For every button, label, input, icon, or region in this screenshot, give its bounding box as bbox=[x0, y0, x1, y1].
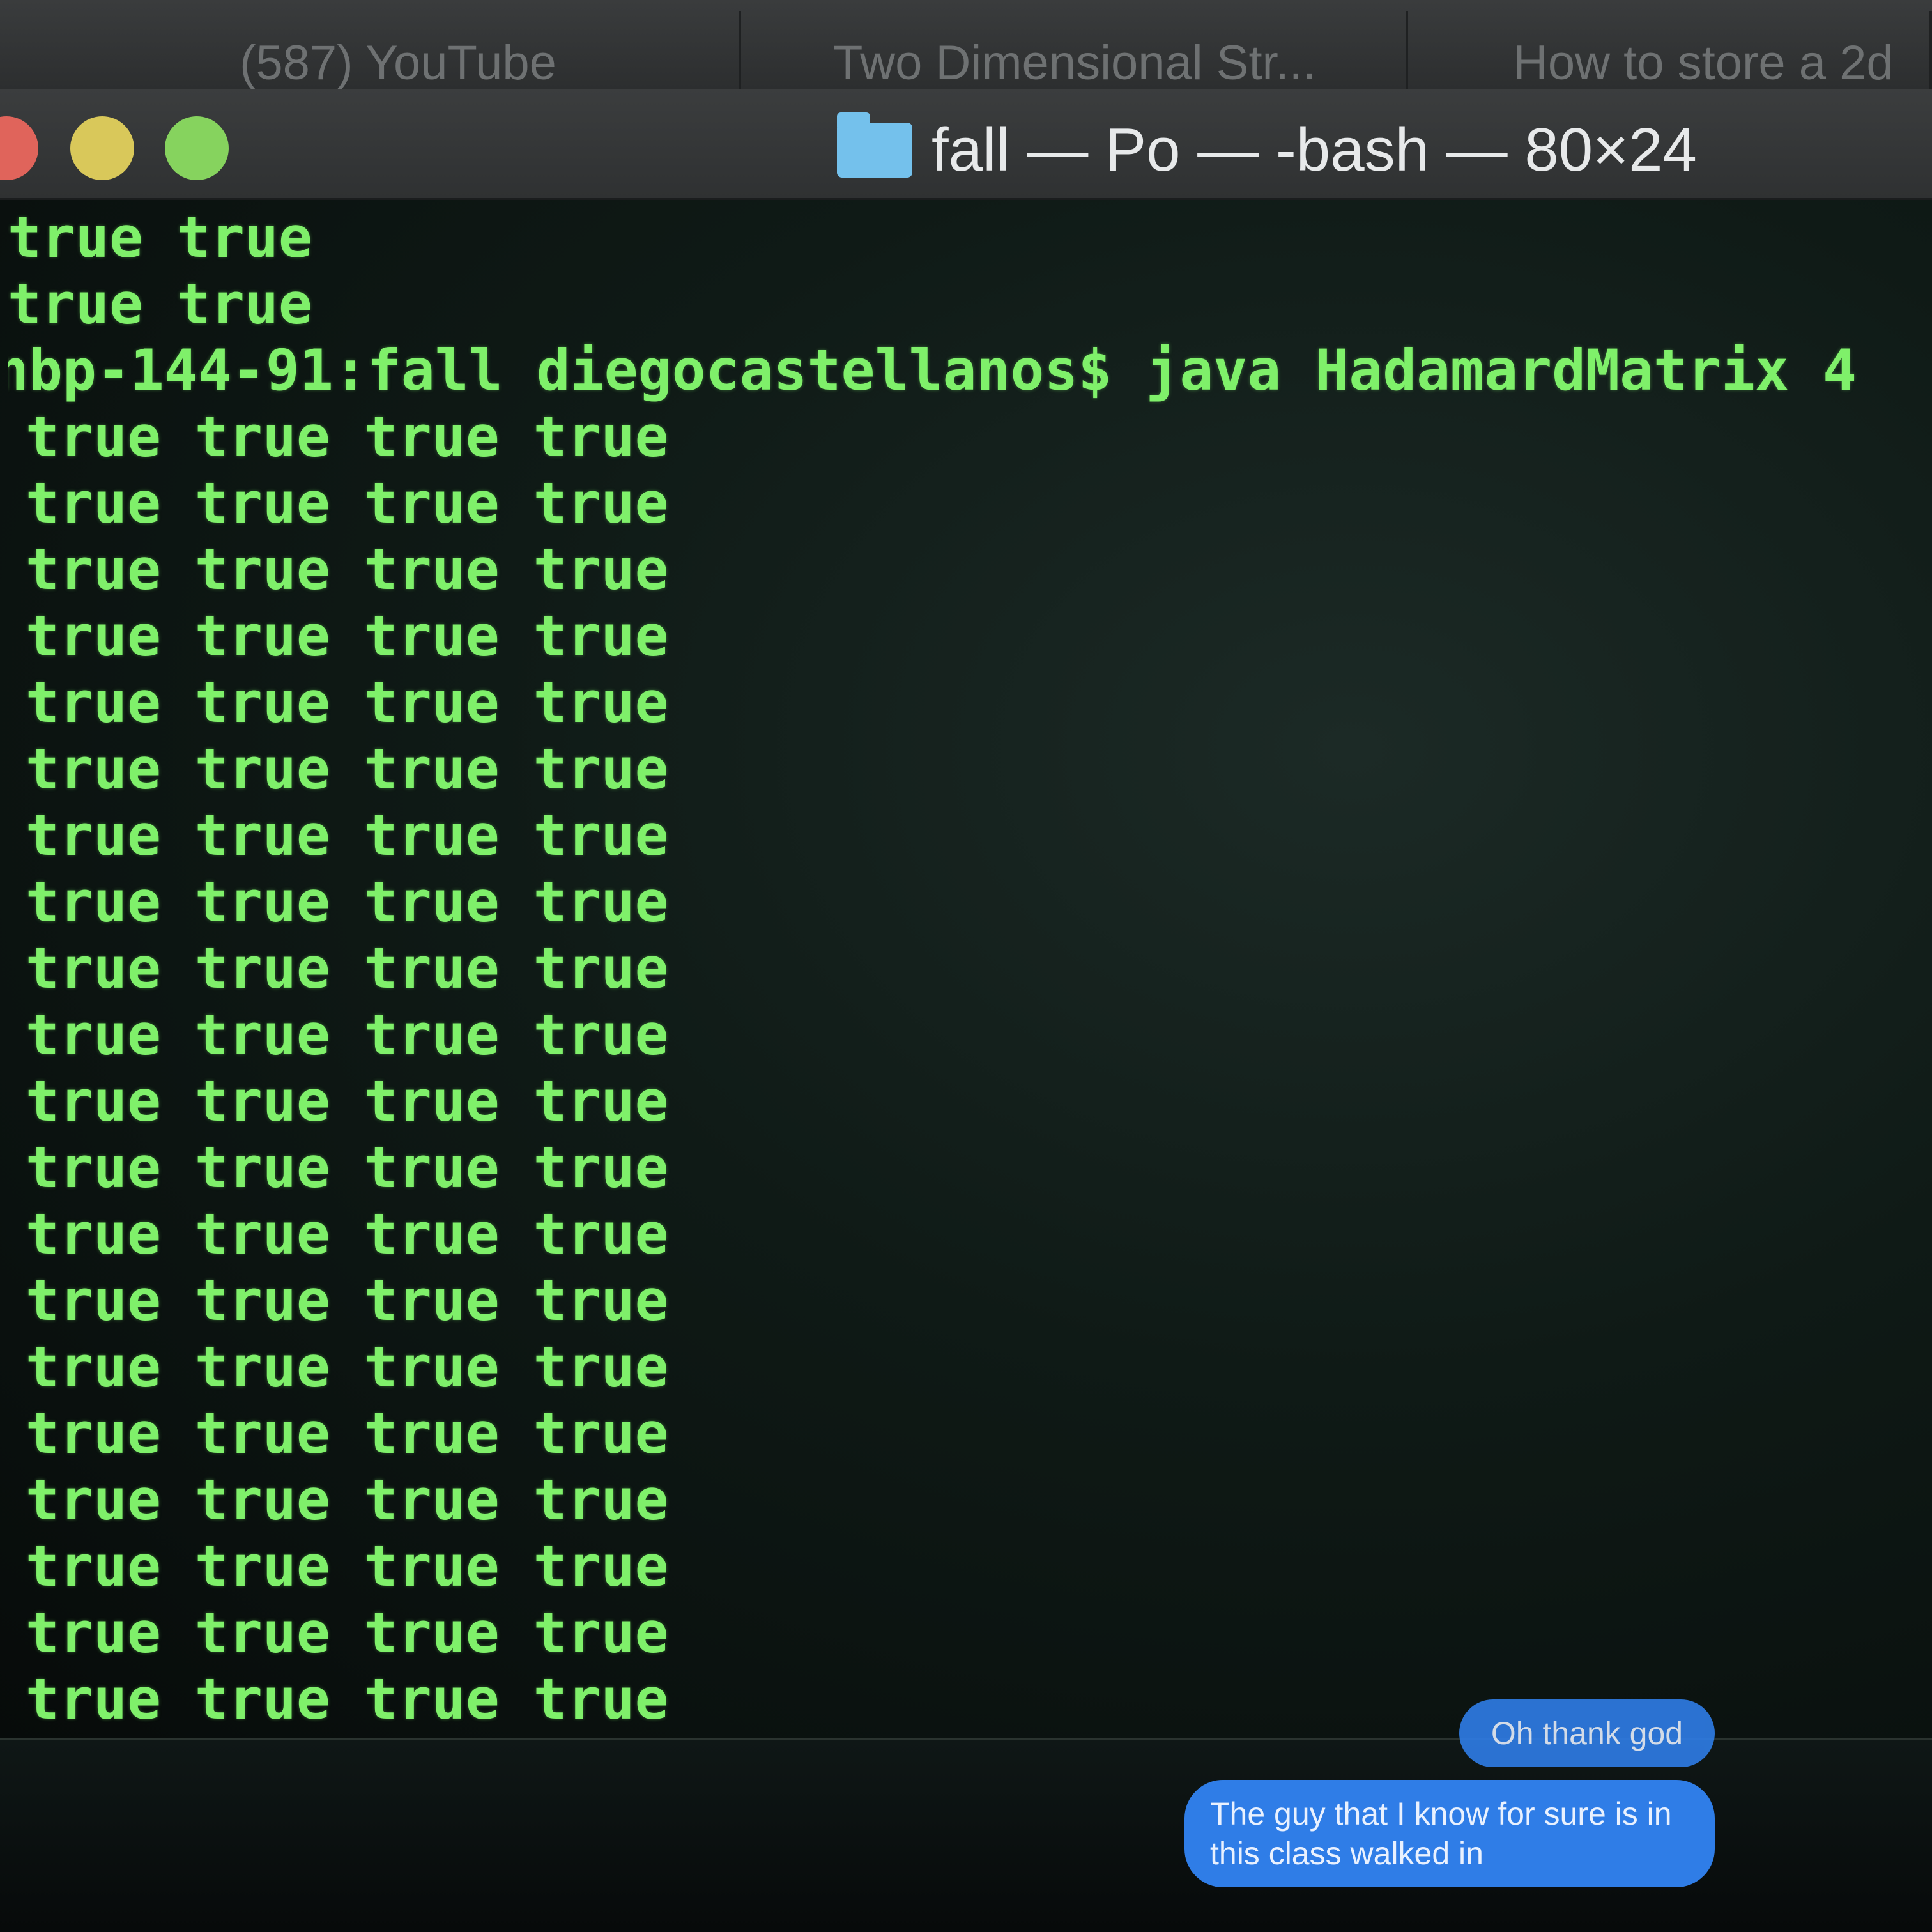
browser-tab-two-dimensional[interactable]: Two Dimensional Str... bbox=[744, 12, 1408, 96]
matrix-row: true true true true bbox=[26, 1334, 669, 1400]
window-title-text: fall — Po — -bash — 80×24 bbox=[931, 116, 1697, 184]
matrix-row: true true true true bbox=[26, 670, 669, 735]
tab-label: (587) YouTube bbox=[240, 36, 556, 90]
matrix-row: true true true true bbox=[26, 404, 669, 470]
message-bubble: The guy that I know for sure is in this … bbox=[1184, 1780, 1715, 1887]
message-bubble: Oh thank god bbox=[1459, 1699, 1715, 1767]
matrix-row: true true true true bbox=[26, 1467, 669, 1533]
minimize-window-button[interactable] bbox=[70, 116, 134, 180]
matrix-row: true true true true bbox=[26, 736, 669, 802]
matrix-row: true true true true bbox=[26, 1068, 669, 1134]
browser-tab-strip: (587) YouTube Two Dimensional Str... How… bbox=[0, 0, 1932, 96]
tab-label: How to store a 2d bbox=[1513, 36, 1894, 90]
messages-thread: Oh thank god The guy that I know for sur… bbox=[1140, 1699, 1715, 1917]
matrix-output: true true true true true true true true tr… bbox=[26, 404, 1918, 1731]
output-line: true true bbox=[8, 204, 312, 270]
zoom-window-button[interactable] bbox=[165, 116, 229, 180]
browser-tab-store-2d[interactable]: How to store a 2d bbox=[1411, 12, 1932, 96]
matrix-row: true true true true bbox=[26, 1400, 669, 1466]
browser-tab-youtube[interactable]: (587) YouTube bbox=[57, 12, 741, 96]
matrix-row: true true true true bbox=[26, 1002, 669, 1068]
matrix-row: true true true true bbox=[26, 1268, 669, 1333]
terminal-window: fall — Po — -bash — 80×24 true true true… bbox=[0, 89, 1932, 1740]
matrix-row: true true true true bbox=[26, 935, 669, 1001]
close-window-button[interactable] bbox=[0, 116, 38, 180]
matrix-row: true true true true bbox=[26, 470, 669, 536]
window-title: fall — Po — -bash — 80×24 bbox=[837, 112, 1697, 185]
terminal-titlebar: fall — Po — -bash — 80×24 bbox=[0, 89, 1932, 200]
matrix-row: true true true true bbox=[26, 1201, 669, 1267]
matrix-row: true true true true bbox=[26, 603, 669, 669]
command-prompt-line: nbp-144-91:fall diegocastellanos$ java H… bbox=[8, 337, 1857, 403]
matrix-row: true true true true bbox=[26, 869, 669, 935]
tab-label: Two Dimensional Str... bbox=[832, 36, 1317, 90]
matrix-row: true true true true bbox=[26, 537, 669, 602]
matrix-row: true true true true bbox=[26, 802, 669, 868]
matrix-row: true true true true bbox=[26, 1533, 669, 1599]
folder-icon bbox=[837, 112, 912, 178]
matrix-row: true true true true bbox=[26, 1600, 669, 1666]
matrix-row: true true true true bbox=[26, 1135, 669, 1200]
output-line: true true bbox=[8, 271, 312, 337]
terminal-output[interactable]: true true true true nbp-144-91:fall dieg… bbox=[8, 204, 1918, 1731]
